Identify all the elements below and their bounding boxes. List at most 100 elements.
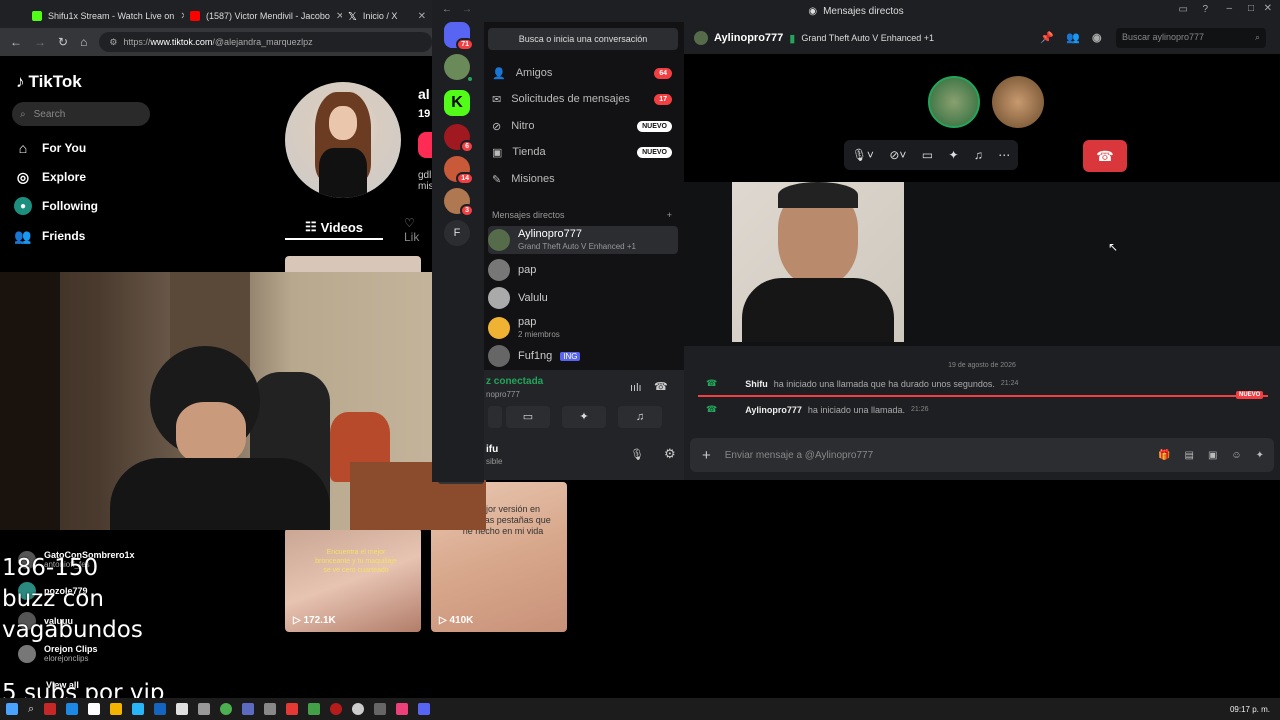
dm-item[interactable]: Aylinopro777 Grand Theft Auto V Enhanced … [488,226,678,254]
message-composer[interactable]: + Enviar mensaje a @Aylinopro777 🎁 ▤ ▣ ☺… [690,438,1274,472]
taskbar-app-icon[interactable] [154,703,167,715]
dm-item[interactable]: Fuf1ng ING [488,342,678,370]
microphone-icon[interactable]: 🎙 [630,448,644,461]
chrome-icon[interactable] [220,703,233,715]
add-attachment-icon[interactable]: + [702,447,711,464]
taskbar-app-icon[interactable] [176,703,189,715]
nav-for-you[interactable]: ⌂ For You [14,139,86,157]
sidebar-item-shop[interactable]: ▣ Tienda NUEVO [492,141,672,163]
tiktok-app-icon[interactable] [396,703,409,715]
add-dm-icon[interactable]: + [667,210,672,220]
activities-icon[interactable]: ✦ [948,148,958,162]
settings-icon[interactable]: ⚙ [664,446,676,462]
dm-item[interactable]: Valulu [488,284,678,312]
search-input[interactable]: ⌕ Search [12,102,150,126]
pin-icon[interactable]: 📌 [1040,31,1054,44]
taskbar-app-icon[interactable] [88,703,101,715]
taskbar-app-icon[interactable] [286,703,299,715]
server-icon[interactable]: 3 [444,188,474,217]
discord-app-icon[interactable] [418,703,431,715]
maximize-icon[interactable]: □ [1248,3,1254,14]
home-icon[interactable]: ⌂ [80,35,87,49]
activities-icon[interactable]: ✦ [562,406,606,428]
server-icon[interactable] [444,54,474,83]
help-icon[interactable]: ? [1202,4,1208,15]
conversation-search[interactable]: Busca o inicia una conversación [488,28,678,50]
sidebar-item-message-requests[interactable]: ✉ Solicitudes de mensajes 17 [492,88,672,110]
taskbar-app-icon[interactable] [132,703,145,715]
url-input[interactable]: ⚙ https://www.tiktok.com/@alejandra_marq… [99,32,432,52]
tab-liked[interactable]: ♡ Lik [404,216,432,244]
browser-tab-youtube[interactable]: (1587) Victor Mendivil - Jacobo ✕ [184,4,342,28]
gif-icon[interactable]: ▤ [1184,450,1193,461]
soundboard-icon[interactable]: ♫ [618,406,662,428]
screen-share-icon[interactable]: ▭ [506,406,550,428]
server-icon[interactable]: F [444,220,470,246]
tiktok-logo[interactable]: ♪ TikTok [16,72,82,92]
camera-off-icon[interactable]: ⊘˅ [889,148,906,162]
inbox-icon[interactable]: ▭ [1179,4,1188,15]
more-icon[interactable]: ⋯ [998,148,1010,162]
search-icon[interactable]: ⌕ [28,703,34,716]
file-explorer-icon[interactable] [110,703,123,715]
call-participant-avatar[interactable] [992,76,1044,128]
nav-following[interactable]: ● Following [14,197,98,215]
message-input[interactable]: Enviar mensaje a @Aylinopro777 [725,450,873,461]
profile-count: 19 [418,108,431,120]
nav-explore[interactable]: ◎ Explore [14,168,86,186]
soundboard-icon[interactable]: ♫ [974,148,983,162]
sidebar-item-friends[interactable]: 👤 Amigos 64 [492,62,672,84]
profile-icon[interactable]: ◉ [1092,31,1102,44]
sidebar-item-nitro[interactable]: ⊘ Nitro NUEVO [492,115,672,137]
taskbar-app-icon[interactable] [44,703,57,715]
dm-item[interactable]: pap [488,256,678,284]
call-participant-avatar[interactable] [928,76,980,128]
taskbar-app-icon[interactable] [308,703,321,715]
taskbar-app-icon[interactable] [264,703,277,715]
screen-share-icon[interactable]: ▭ [922,148,933,162]
windows-start-icon[interactable] [6,703,18,715]
site-info-icon[interactable]: ⚙ [109,37,117,48]
back-icon[interactable]: ← [10,35,22,49]
sidebar-item-quests[interactable]: ✎ Misiones [492,168,672,190]
dm-search-input[interactable]: Buscar aylinopro777 ⌕ [1116,28,1266,48]
reload-icon[interactable]: ↻ [58,35,68,49]
microphone-icon[interactable]: 🎙˅ [852,148,874,162]
gift-icon[interactable]: 🎁 [1158,450,1170,461]
close-icon[interactable]: ✕ [1264,3,1272,14]
taskbar-app-icon[interactable] [66,703,79,715]
browser-tab-x[interactable]: 𝕏 Inicio / X ✕ [342,4,432,28]
taskbar-app-icon[interactable] [352,703,365,715]
dm-home-icon[interactable]: 71 [444,22,474,51]
discord-icon: ◉ [808,5,818,17]
taskbar-app-icon[interactable] [242,703,255,715]
apps-icon[interactable]: ✦ [1256,450,1274,461]
participant-video[interactable] [732,182,904,342]
tab-videos[interactable]: ☷ Videos [285,216,383,240]
back-icon[interactable]: ← [442,4,452,15]
taskbar-app-icon[interactable] [198,703,211,715]
obs-icon[interactable] [330,703,343,715]
video-thumbnail[interactable]: Encuentra el mejor bronceante y tu maqui… [285,528,421,632]
minimize-icon[interactable]: – [1226,3,1232,14]
following-account[interactable]: Orejon Clips elorejonclips [18,644,98,663]
dm-item[interactable]: pap 2 miembros [488,314,678,342]
forward-icon[interactable]: → [34,35,46,49]
browser-tab-kick[interactable]: Shifu1x Stream - Watch Live on✕ [26,4,184,28]
server-icon[interactable]: 6 [444,124,474,153]
nav-friends[interactable]: 👥 Friends [14,227,85,245]
signal-icon[interactable]: ıılı [630,382,642,394]
kick-server-icon[interactable]: K [444,90,470,116]
follow-button[interactable] [418,132,432,158]
sticker-icon[interactable]: ▣ [1208,450,1217,461]
add-friends-icon[interactable]: 👥 [1066,31,1080,44]
system-clock[interactable]: 09:17 p. m. [1230,705,1280,714]
server-icon[interactable]: 14 [444,156,474,185]
disconnect-icon[interactable]: ☎ [654,380,668,393]
friends-icon: 👥 [14,227,32,244]
taskbar-app-icon[interactable] [374,703,387,715]
emoji-icon[interactable]: ☺ [1231,450,1241,461]
close-icon[interactable]: ✕ [418,11,426,22]
forward-icon[interactable]: → [462,4,472,15]
hang-up-button[interactable]: ☎ [1083,140,1127,172]
